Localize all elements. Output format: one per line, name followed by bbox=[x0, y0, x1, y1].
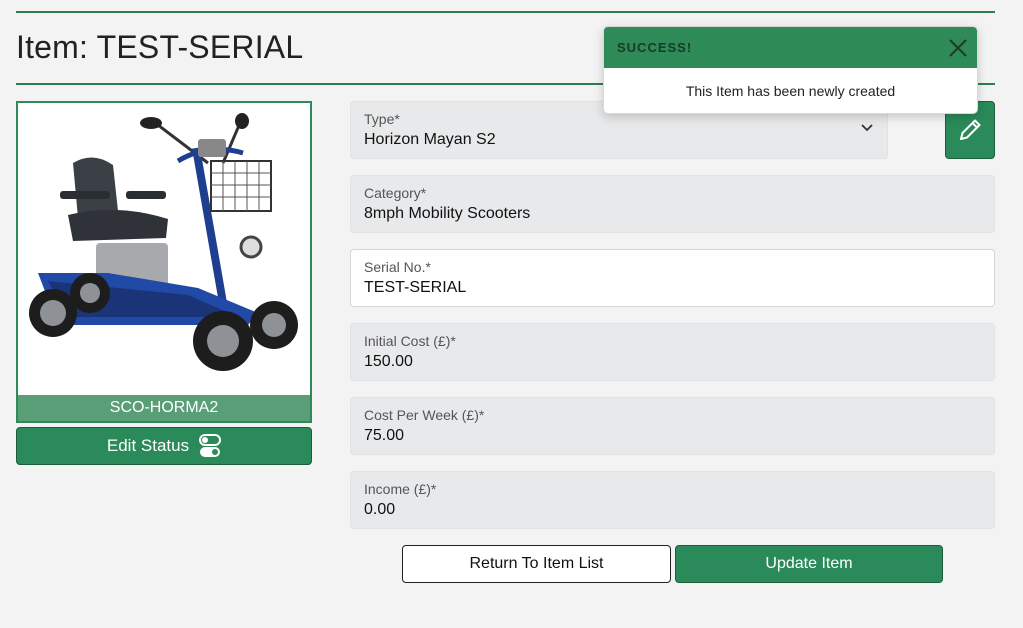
return-to-item-list-button[interactable]: Return To Item List bbox=[402, 545, 671, 583]
category-field[interactable]: Category* 8mph Mobility Scooters bbox=[350, 175, 995, 233]
toast-header: SUCCESS! bbox=[604, 27, 977, 68]
page-title: Item: TEST-SERIAL bbox=[16, 29, 304, 65]
cost-per-week-label: Cost Per Week (£)* bbox=[364, 407, 485, 423]
serial-number-value: TEST-SERIAL bbox=[364, 279, 467, 296]
type-value: Horizon Mayan S2 bbox=[364, 131, 496, 148]
chevron-down-icon bbox=[861, 124, 873, 132]
toggle-icon bbox=[199, 434, 222, 457]
mobility-scooter-image bbox=[18, 103, 310, 397]
serial-number-label: Serial No.* bbox=[364, 259, 431, 275]
edit-status-button[interactable]: Edit Status bbox=[16, 427, 312, 465]
item-photo-card: SCO-HORMA2 bbox=[16, 101, 312, 423]
income-field[interactable]: Income (£)* 0.00 bbox=[350, 471, 995, 529]
update-item-button[interactable]: Update Item bbox=[675, 545, 943, 583]
toast-title: SUCCESS! bbox=[617, 40, 693, 55]
initial-cost-label: Initial Cost (£)* bbox=[364, 333, 456, 349]
toast-message: This Item has been newly created bbox=[685, 83, 896, 99]
income-value: 0.00 bbox=[364, 501, 396, 518]
initial-cost-field[interactable]: Initial Cost (£)* 150.00 bbox=[350, 323, 995, 381]
cost-per-week-value: 75.00 bbox=[364, 427, 405, 444]
success-toast: SUCCESS! This Item has been newly create… bbox=[603, 26, 978, 114]
income-label: Income (£)* bbox=[364, 481, 437, 497]
item-code-caption: SCO-HORMA2 bbox=[18, 395, 310, 421]
initial-cost-value: 150.00 bbox=[364, 353, 413, 370]
edit-status-label: Edit Status bbox=[106, 436, 190, 455]
cost-per-week-field[interactable]: Cost Per Week (£)* 75.00 bbox=[350, 397, 995, 455]
serial-number-input[interactable]: Serial No.* TEST-SERIAL bbox=[350, 249, 995, 307]
category-label: Category* bbox=[364, 185, 427, 201]
category-value: 8mph Mobility Scooters bbox=[364, 205, 531, 222]
pencil-icon bbox=[960, 119, 981, 140]
close-icon[interactable] bbox=[948, 38, 968, 58]
top-divider bbox=[16, 11, 995, 13]
